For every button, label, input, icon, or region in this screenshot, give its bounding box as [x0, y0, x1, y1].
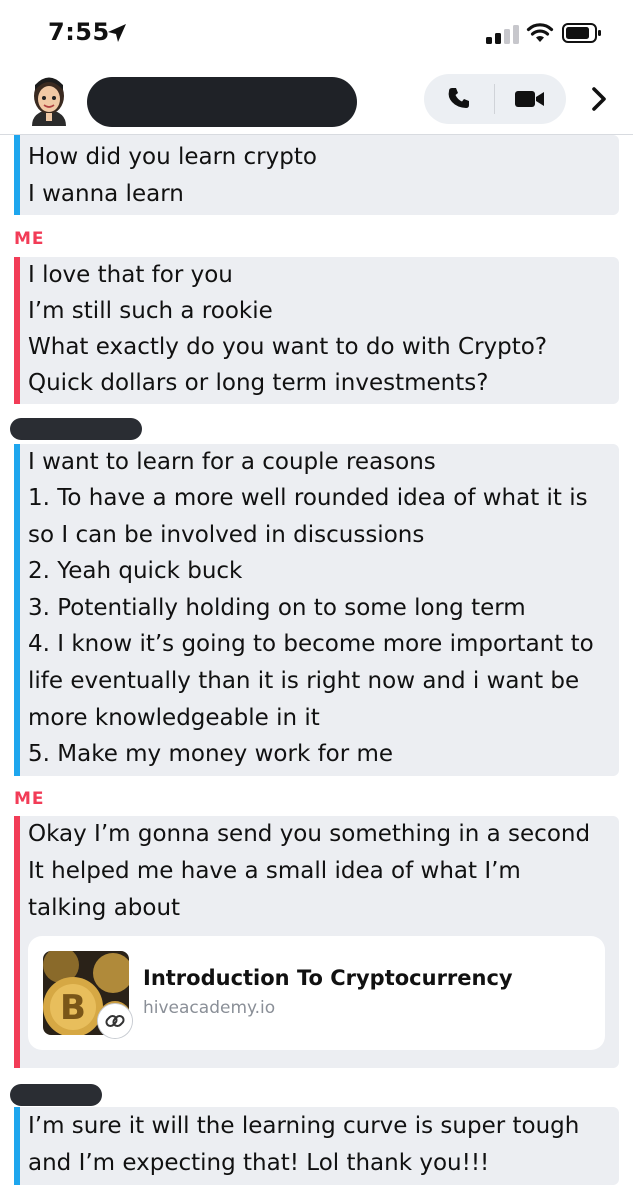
message-line: It helped me have a small idea of what I… — [28, 858, 521, 884]
message-bubble: I’m sure it will the learning curve is s… — [14, 1107, 619, 1185]
message-line: I wanna learn — [28, 181, 184, 207]
message-bubble: I want to learn for a couple reasons 1. … — [14, 444, 619, 776]
link-preview-card[interactable]: B Introduction To Cryptocurrency hiveaca… — [28, 936, 605, 1050]
status-time: 7:55 — [48, 18, 110, 46]
message-line: 3. Potentially holding on to some long t… — [28, 595, 526, 621]
link-icon — [98, 1004, 132, 1038]
chat-header — [0, 68, 633, 135]
message-bubble: How did you learn crypto I wanna learn — [14, 135, 619, 215]
sender-label: ME — [14, 229, 45, 249]
message-line: I want to learn for a couple reasons — [28, 449, 436, 475]
message-bubble: I love that for you I’m still such a roo… — [14, 257, 619, 404]
battery-icon — [562, 23, 601, 43]
message-line: Okay I’m gonna send you something in a s… — [28, 821, 591, 847]
video-camera-icon — [515, 91, 544, 107]
video-call-button[interactable] — [496, 74, 566, 124]
message-line: 4. I know it’s going to become more impo… — [28, 631, 594, 657]
message-line: Quick dollars or long term investments? — [28, 370, 489, 396]
sender-name-redacted — [10, 1084, 102, 1106]
message-line: How did you learn crypto — [28, 144, 317, 170]
call-divider — [494, 84, 495, 114]
message-line: 1. To have a more well rounded idea of w… — [28, 485, 588, 511]
status-bar: 7:55 — [0, 0, 633, 68]
message-line: I’m still such a rookie — [28, 298, 273, 324]
avatar[interactable] — [26, 72, 72, 128]
cellular-signal-icon — [486, 25, 519, 44]
message-line: talking about — [28, 895, 181, 921]
call-actions — [424, 74, 566, 124]
phone-icon — [448, 88, 469, 108]
chevron-right-icon[interactable] — [584, 82, 614, 116]
location-arrow-icon — [108, 24, 126, 42]
message-line: and I’m expecting that! Lol thank you!!! — [28, 1150, 490, 1176]
sender-label: ME — [14, 789, 45, 809]
message-line: I’m sure it will the learning curve is s… — [28, 1113, 580, 1139]
wifi-icon — [526, 23, 554, 42]
message-line: I love that for you — [28, 262, 233, 288]
link-domain: hiveacademy.io — [143, 998, 276, 1018]
message-line: 2. Yeah quick buck — [28, 558, 243, 584]
svg-text:B: B — [60, 988, 86, 1028]
message-line: so I can be involved in discussions — [28, 522, 425, 548]
sender-name-redacted — [10, 418, 142, 440]
message-bubble: Okay I’m gonna send you something in a s… — [14, 816, 619, 1068]
message-line: What exactly do you want to do with Cryp… — [28, 334, 548, 360]
message-line: 5. Make my money work for me — [28, 741, 394, 767]
contact-name-redacted[interactable] — [87, 77, 357, 127]
voice-call-button[interactable] — [424, 74, 494, 124]
message-line: more knowledgeable in it — [28, 705, 320, 731]
message-line: life eventually than it is right now and… — [28, 668, 580, 694]
link-title: Introduction To Cryptocurrency — [143, 966, 513, 990]
